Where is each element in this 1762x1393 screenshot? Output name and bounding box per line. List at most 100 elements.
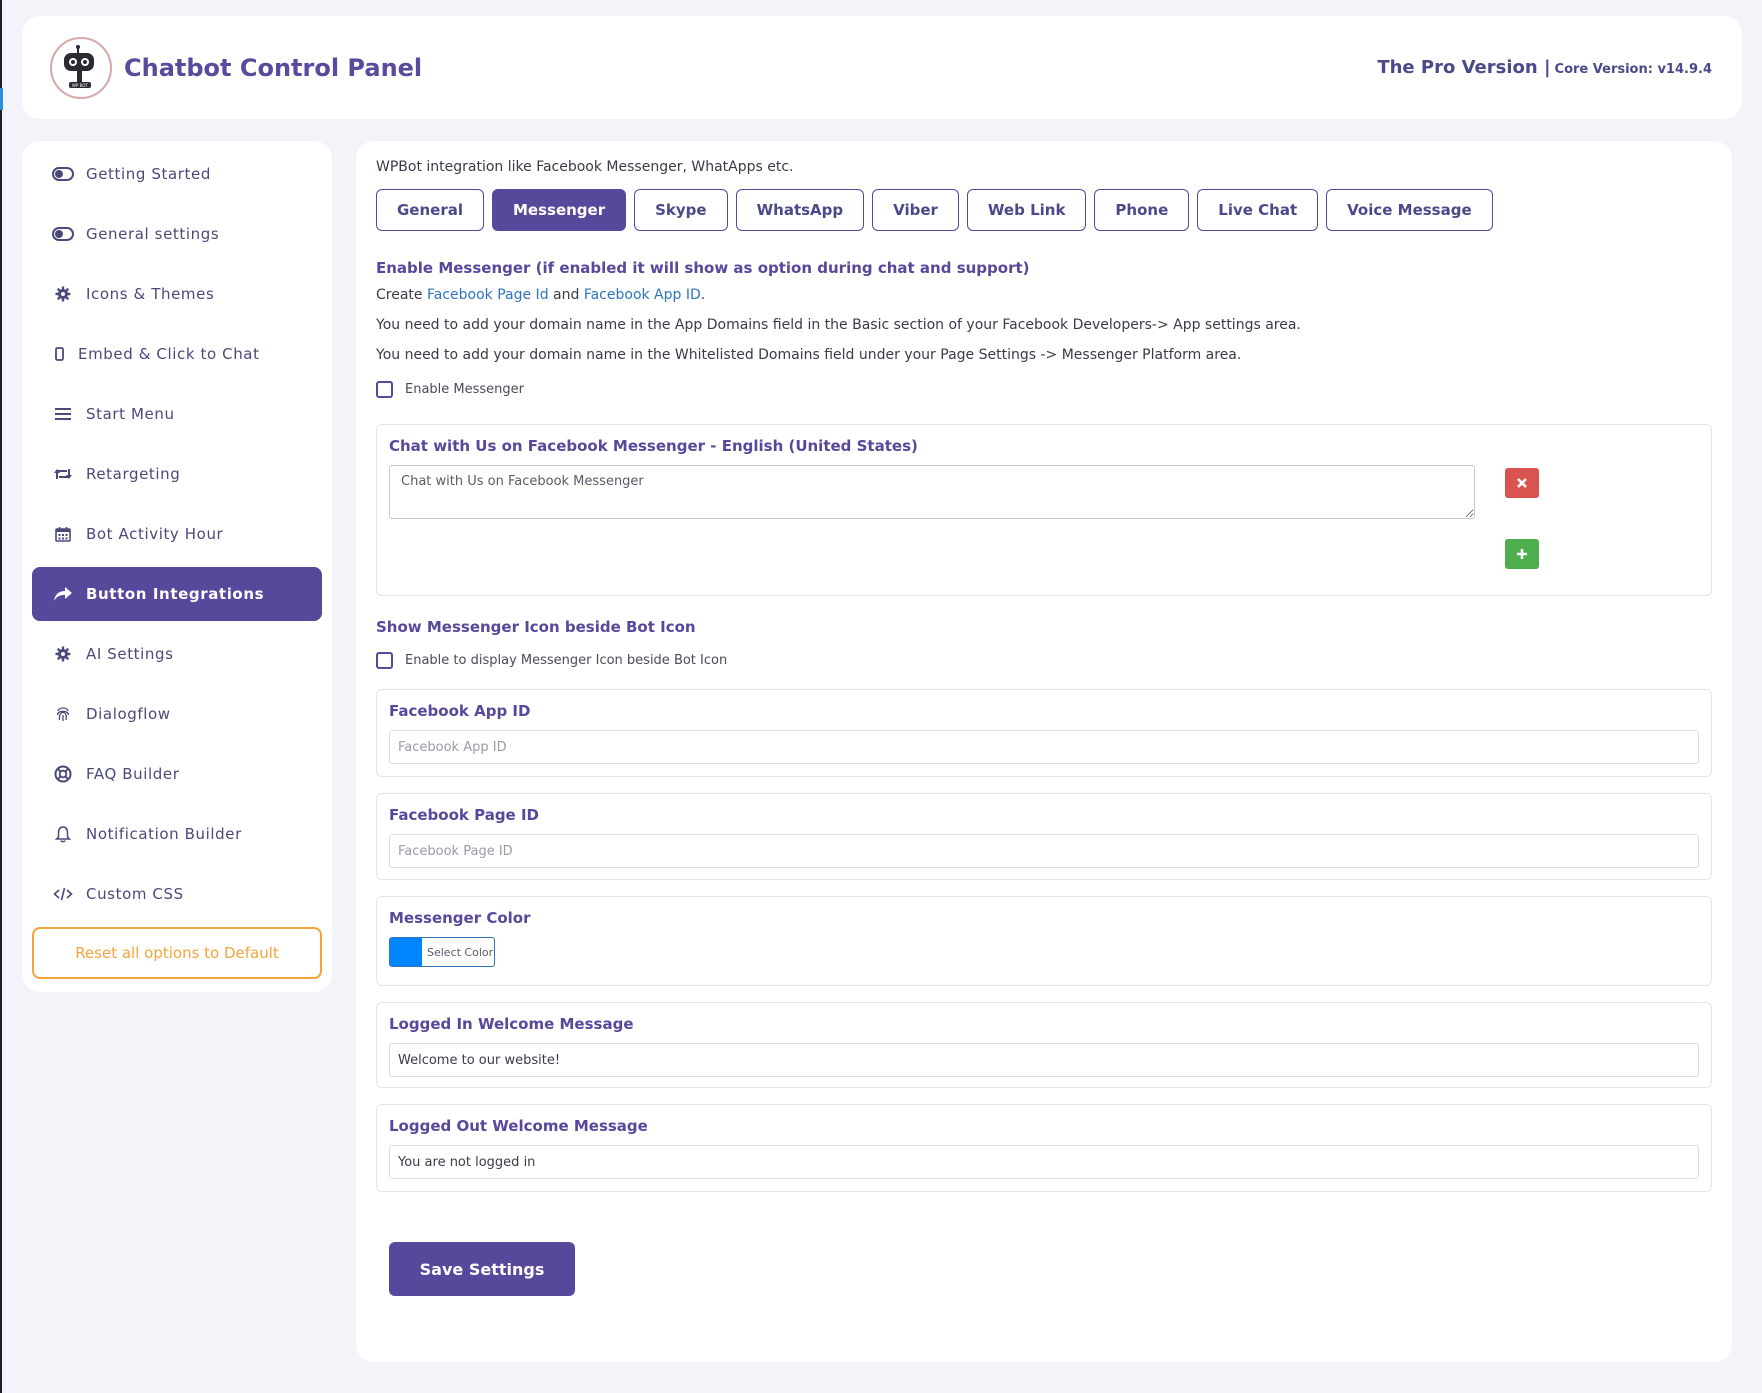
- tab-messenger[interactable]: Messenger: [492, 189, 627, 231]
- show-icon-row: Enable to display Messenger Icon beside …: [376, 652, 1712, 669]
- app-title: Chatbot Control Panel: [124, 53, 423, 82]
- sidebar-item-custom-css[interactable]: Custom CSS: [32, 867, 322, 921]
- logged-in-title: Logged In Welcome Message: [389, 1015, 634, 1033]
- tab-viber[interactable]: Viber: [872, 189, 959, 231]
- toggle-icon: [52, 223, 74, 245]
- logo-text: WP BOT: [72, 83, 88, 88]
- header: WP BOT Chatbot Control Panel The Pro Ver…: [22, 16, 1742, 119]
- gear-icon: [52, 643, 74, 665]
- sidebar-item-notification-builder[interactable]: Notification Builder: [32, 807, 322, 861]
- tab-general[interactable]: General: [376, 189, 484, 231]
- app-domains-note: You need to add your domain name in the …: [376, 317, 1301, 333]
- remove-label-button[interactable]: [1505, 468, 1539, 498]
- page-id-card: Facebook Page ID: [376, 793, 1712, 880]
- messenger-color-card: Messenger Color Select Color: [376, 896, 1712, 986]
- tab-skype[interactable]: Skype: [634, 189, 728, 231]
- page-id-input[interactable]: [389, 834, 1699, 868]
- sidebar-item-label: Notification Builder: [86, 825, 242, 843]
- create-and: and: [553, 287, 580, 303]
- calendar-icon: [52, 523, 74, 545]
- logged-in-card: Logged In Welcome Message: [376, 1002, 1712, 1088]
- enable-messenger-heading: Enable Messenger (if enabled it will sho…: [376, 259, 1030, 277]
- color-picker[interactable]: Select Color: [389, 937, 495, 967]
- robot-icon: WP BOT: [64, 44, 94, 88]
- sidebar-item-label: Button Integrations: [86, 585, 265, 603]
- sidebar-item-start-menu[interactable]: Start Menu: [32, 387, 322, 441]
- show-icon-checkbox[interactable]: [376, 652, 393, 669]
- sidebar-item-label: AI Settings: [86, 645, 174, 663]
- messenger-label-card: Chat with Us on Facebook Messenger - Eng…: [376, 424, 1712, 596]
- sidebar-item-faq-builder[interactable]: FAQ Builder: [32, 747, 322, 801]
- sidebar-item-label: Embed & Click to Chat: [78, 345, 260, 363]
- color-swatch[interactable]: [390, 938, 422, 966]
- lifering-icon: [52, 763, 74, 785]
- retweet-icon: [52, 463, 74, 485]
- sidebar-item-dialogflow[interactable]: Dialogflow: [32, 687, 322, 741]
- page-id-title: Facebook Page ID: [389, 806, 539, 824]
- logged-out-input[interactable]: [389, 1145, 1699, 1179]
- integration-intro: WPBot integration like Facebook Messenge…: [376, 159, 794, 175]
- main-panel: WPBot integration like Facebook Messenge…: [356, 141, 1732, 1362]
- save-settings-button[interactable]: Save Settings: [389, 1242, 575, 1296]
- enable-messenger-label: Enable Messenger: [405, 382, 525, 397]
- pro-version-label: The Pro Version |: [1377, 57, 1551, 78]
- sidebar-item-label: Icons & Themes: [86, 285, 215, 303]
- sidebar-item-label: Retargeting: [86, 465, 181, 483]
- window-edge-marker: [0, 88, 3, 110]
- sidebar-item-getting-started[interactable]: Getting Started: [32, 147, 322, 201]
- messenger-label-textarea[interactable]: Chat with Us on Facebook Messenger: [389, 465, 1475, 519]
- show-icon-label: Enable to display Messenger Icon beside …: [405, 653, 728, 668]
- create-ids-text: Create Facebook Page Id and Facebook App…: [376, 287, 1712, 303]
- app-id-card: Facebook App ID: [376, 689, 1712, 777]
- tab-web-link[interactable]: Web Link: [966, 189, 1087, 231]
- sidebar-item-bot-activity-hour[interactable]: Bot Activity Hour: [32, 507, 322, 561]
- sidebar-item-ai-settings[interactable]: AI Settings: [32, 627, 322, 681]
- app-id-input[interactable]: [389, 730, 1699, 764]
- sidebar-item-general-settings[interactable]: General settings: [32, 207, 322, 261]
- whitelisted-domains-note: You need to add your domain name in the …: [376, 347, 1242, 363]
- facebook-page-id-link[interactable]: Facebook Page Id: [427, 287, 549, 303]
- create-prefix: Create: [376, 287, 423, 303]
- menu-icon: [52, 403, 74, 425]
- plus-icon: [1517, 549, 1527, 559]
- version-info: The Pro Version | Core Version: v14.9.4: [1377, 57, 1712, 78]
- show-icon-heading: Show Messenger Icon beside Bot Icon: [376, 618, 696, 636]
- enable-messenger-checkbox[interactable]: [376, 381, 393, 398]
- share-icon: [52, 583, 74, 605]
- app-id-title: Facebook App ID: [389, 702, 531, 720]
- close-icon: [1517, 478, 1527, 488]
- logged-in-input[interactable]: [389, 1043, 1699, 1077]
- messenger-label-title: Chat with Us on Facebook Messenger - Eng…: [389, 437, 918, 455]
- mobile-icon: [52, 343, 66, 365]
- bell-icon: [52, 823, 74, 845]
- messenger-color-title: Messenger Color: [389, 909, 531, 927]
- add-label-button[interactable]: [1505, 539, 1539, 569]
- code-icon: [52, 883, 74, 905]
- sidebar-item-retargeting[interactable]: Retargeting: [32, 447, 322, 501]
- logged-out-title: Logged Out Welcome Message: [389, 1117, 648, 1135]
- sidebar-item-icons-themes[interactable]: Icons & Themes: [32, 267, 322, 321]
- gear-icon: [52, 283, 74, 305]
- tab-phone[interactable]: Phone: [1094, 189, 1190, 231]
- sidebar-item-button-integrations[interactable]: Button Integrations: [32, 567, 322, 621]
- sidebar-item-label: FAQ Builder: [86, 765, 180, 783]
- tab-whatsapp[interactable]: WhatsApp: [735, 189, 865, 231]
- sidebar-item-label: Getting Started: [86, 165, 211, 183]
- enable-messenger-row: Enable Messenger: [376, 381, 1712, 398]
- sidebar: Getting Started General settings Icons &…: [22, 141, 332, 992]
- sidebar-item-label: Custom CSS: [86, 885, 184, 903]
- integration-tabs: General Messenger Skype WhatsApp Viber W…: [376, 189, 1712, 231]
- facebook-app-id-link[interactable]: Facebook App ID: [584, 287, 701, 303]
- tab-live-chat[interactable]: Live Chat: [1197, 189, 1319, 231]
- tab-voice-message[interactable]: Voice Message: [1326, 189, 1493, 231]
- reset-defaults-button[interactable]: Reset all options to Default: [32, 927, 322, 979]
- sidebar-item-label: General settings: [86, 225, 220, 243]
- select-color-label: Select Color: [427, 945, 494, 959]
- sidebar-item-embed-click-to-chat[interactable]: Embed & Click to Chat: [32, 327, 322, 381]
- core-version-label: Core Version: v14.9.4: [1554, 62, 1712, 77]
- sidebar-item-label: Start Menu: [86, 405, 175, 423]
- toggle-icon: [52, 163, 74, 185]
- create-suffix: .: [700, 287, 706, 303]
- fingerprint-icon: [52, 703, 74, 725]
- sidebar-item-label: Dialogflow: [86, 705, 171, 723]
